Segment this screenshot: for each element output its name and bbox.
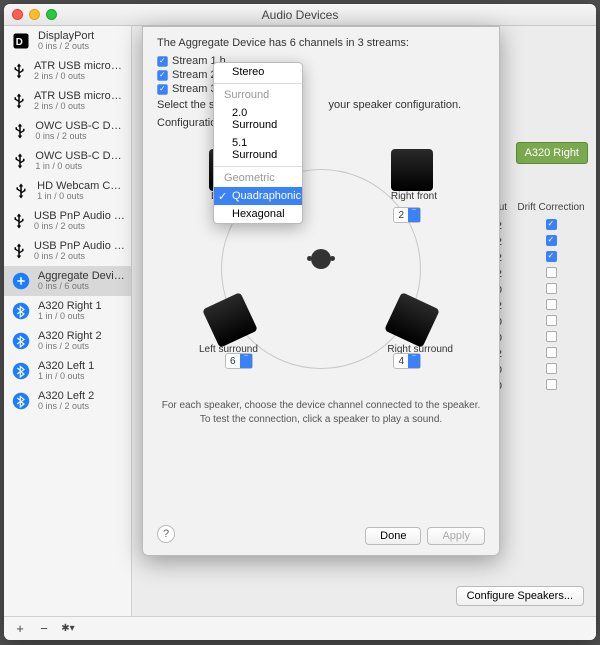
device-usb-pnp-audio-devi-[interactable]: USB PnP Audio Devi…0 ins / 2 outs bbox=[4, 236, 131, 266]
menu-item-5-1-surround[interactable]: 5.1 Surround bbox=[214, 134, 302, 164]
device-badge: A320 Right bbox=[516, 142, 588, 164]
drift-checkbox[interactable] bbox=[546, 315, 557, 326]
bt-icon bbox=[10, 330, 32, 352]
drift-checkbox[interactable] bbox=[546, 283, 557, 294]
drift-checkbox[interactable] bbox=[546, 347, 557, 358]
device-owc-usb-c-dock-2[interactable]: OWC USB-C Dock 21 in / 0 outs bbox=[4, 146, 131, 176]
label-right-front: Right front bbox=[391, 191, 437, 202]
usb-icon bbox=[10, 240, 28, 262]
channel-right-surround[interactable]: 4 bbox=[393, 353, 421, 369]
bt-icon bbox=[10, 360, 32, 382]
drift-checkbox[interactable] bbox=[546, 219, 557, 230]
device-hd-webcam-c615[interactable]: HD Webcam C6151 in / 0 outs bbox=[4, 176, 131, 206]
device-atr-usb-microphon-[interactable]: ATR USB microphon…2 ins / 0 outs bbox=[4, 56, 131, 86]
device-sidebar: DDisplayPort0 ins / 2 outsATR USB microp… bbox=[4, 26, 132, 616]
device-status: 0 ins / 2 outs bbox=[38, 42, 94, 52]
menu-item-stereo[interactable]: Stereo bbox=[214, 63, 302, 81]
drift-checkbox[interactable] bbox=[546, 267, 557, 278]
device-status: 0 ins / 2 outs bbox=[34, 222, 125, 232]
configure-speakers-button[interactable]: Configure Speakers... bbox=[456, 586, 584, 606]
device-aggregate-device[interactable]: Aggregate Device0 ins / 6 outs bbox=[4, 266, 131, 296]
configuration-menu[interactable]: Stereo Surround2.0 Surround5.1 Surround Ge… bbox=[213, 62, 303, 224]
device-status: 0 ins / 6 outs bbox=[38, 282, 125, 292]
drift-checkbox[interactable] bbox=[546, 235, 557, 246]
usb-icon bbox=[10, 150, 29, 172]
svg-text:D: D bbox=[16, 37, 23, 48]
gear-menu-button[interactable]: ✱▾ bbox=[58, 623, 78, 634]
device-a320-left-1[interactable]: A320 Left 11 in / 0 outs bbox=[4, 356, 131, 386]
drift-checkbox[interactable] bbox=[546, 299, 557, 310]
stream-checkbox-row: Stream 1 h bbox=[157, 55, 485, 67]
device-status: 1 in / 0 outs bbox=[35, 162, 125, 172]
device-status: 2 ins / 0 outs bbox=[34, 72, 125, 82]
device-status: 0 ins / 2 outs bbox=[38, 402, 94, 412]
stream-checkbox[interactable] bbox=[157, 56, 167, 66]
device-status: 1 in / 0 outs bbox=[38, 372, 94, 382]
titlebar: Audio Devices bbox=[4, 4, 596, 26]
drift-checkbox[interactable] bbox=[546, 379, 557, 390]
channel-left-surround[interactable]: 6 bbox=[225, 353, 253, 369]
sheet-intro: The Aggregate Device has 6 channels in 3… bbox=[157, 37, 485, 49]
add-button[interactable]: + bbox=[10, 621, 30, 636]
device-status: 0 ins / 2 outs bbox=[34, 252, 125, 262]
menu-item-geometric: Geometric bbox=[214, 169, 302, 187]
speaker-config-sheet: The Aggregate Device has 6 channels in 3… bbox=[142, 26, 500, 556]
device-atr-usb-microphon-[interactable]: ATR USB microphon…2 ins / 0 outs bbox=[4, 86, 131, 116]
drift-checkbox[interactable] bbox=[546, 363, 557, 374]
menu-item-hexagonal[interactable]: Hexagonal bbox=[214, 205, 302, 223]
drift-checkbox[interactable] bbox=[546, 331, 557, 342]
audio-devices-window: Audio Devices DDisplayPort0 ins / 2 outs… bbox=[4, 4, 596, 640]
window-title: Audio Devices bbox=[4, 8, 596, 22]
bt-icon bbox=[10, 390, 32, 412]
remove-button[interactable]: − bbox=[34, 621, 54, 636]
stream-checkbox-row: Stream 3 h bbox=[157, 83, 485, 95]
bt-icon bbox=[10, 300, 32, 322]
menu-item-2-0-surround[interactable]: 2.0 Surround bbox=[214, 104, 302, 134]
usb-icon bbox=[10, 60, 28, 82]
device-a320-left-2[interactable]: A320 Left 20 ins / 2 outs bbox=[4, 386, 131, 416]
device-status: 0 ins / 2 outs bbox=[38, 342, 102, 352]
col-drift: Drift Correction bbox=[516, 202, 586, 213]
device-a320-right-2[interactable]: A320 Right 20 ins / 2 outs bbox=[4, 326, 131, 356]
device-status: 1 in / 0 outs bbox=[38, 312, 102, 322]
channel-right-front[interactable]: 2 bbox=[393, 207, 421, 223]
device-status: 0 ins / 2 outs bbox=[35, 132, 125, 142]
apply-button[interactable]: Apply bbox=[427, 527, 485, 545]
select-stream-label: Select the strea your speaker configurat… bbox=[157, 99, 485, 111]
device-status: 1 in / 0 outs bbox=[37, 192, 125, 202]
usb-icon bbox=[10, 180, 31, 202]
sheet-hint: For each speaker, choose the device chan… bbox=[157, 399, 485, 427]
device-displayport[interactable]: DDisplayPort0 ins / 2 outs bbox=[4, 26, 131, 56]
stream-checkbox[interactable] bbox=[157, 84, 167, 94]
sidebar-footer: + − ✱▾ bbox=[4, 616, 596, 640]
device-usb-pnp-audio-devi-[interactable]: USB PnP Audio Devi…0 ins / 2 outs bbox=[4, 206, 131, 236]
speaker-right-front[interactable] bbox=[391, 149, 433, 191]
help-button[interactable]: ? bbox=[157, 525, 175, 543]
agg-icon bbox=[10, 270, 32, 292]
menu-item-quadraphonic[interactable]: Quadraphonic bbox=[214, 187, 302, 205]
menu-item-surround: Surround bbox=[214, 86, 302, 104]
usb-icon bbox=[10, 120, 29, 142]
dp-icon: D bbox=[10, 30, 32, 52]
device-a320-right-1[interactable]: A320 Right 11 in / 0 outs bbox=[4, 296, 131, 326]
configuration-row: Configuration bbox=[157, 117, 485, 129]
stream-checkbox[interactable] bbox=[157, 70, 167, 80]
usb-icon bbox=[10, 90, 28, 112]
device-owc-usb-c-dock-1[interactable]: OWC USB-C Dock 10 ins / 2 outs bbox=[4, 116, 131, 146]
device-status: 2 ins / 0 outs bbox=[34, 102, 125, 112]
stream-checkbox-row: Stream 2 h bbox=[157, 69, 485, 81]
listener-icon bbox=[311, 249, 331, 269]
usb-icon bbox=[10, 210, 28, 232]
drift-checkbox[interactable] bbox=[546, 251, 557, 262]
done-button[interactable]: Done bbox=[365, 527, 421, 545]
